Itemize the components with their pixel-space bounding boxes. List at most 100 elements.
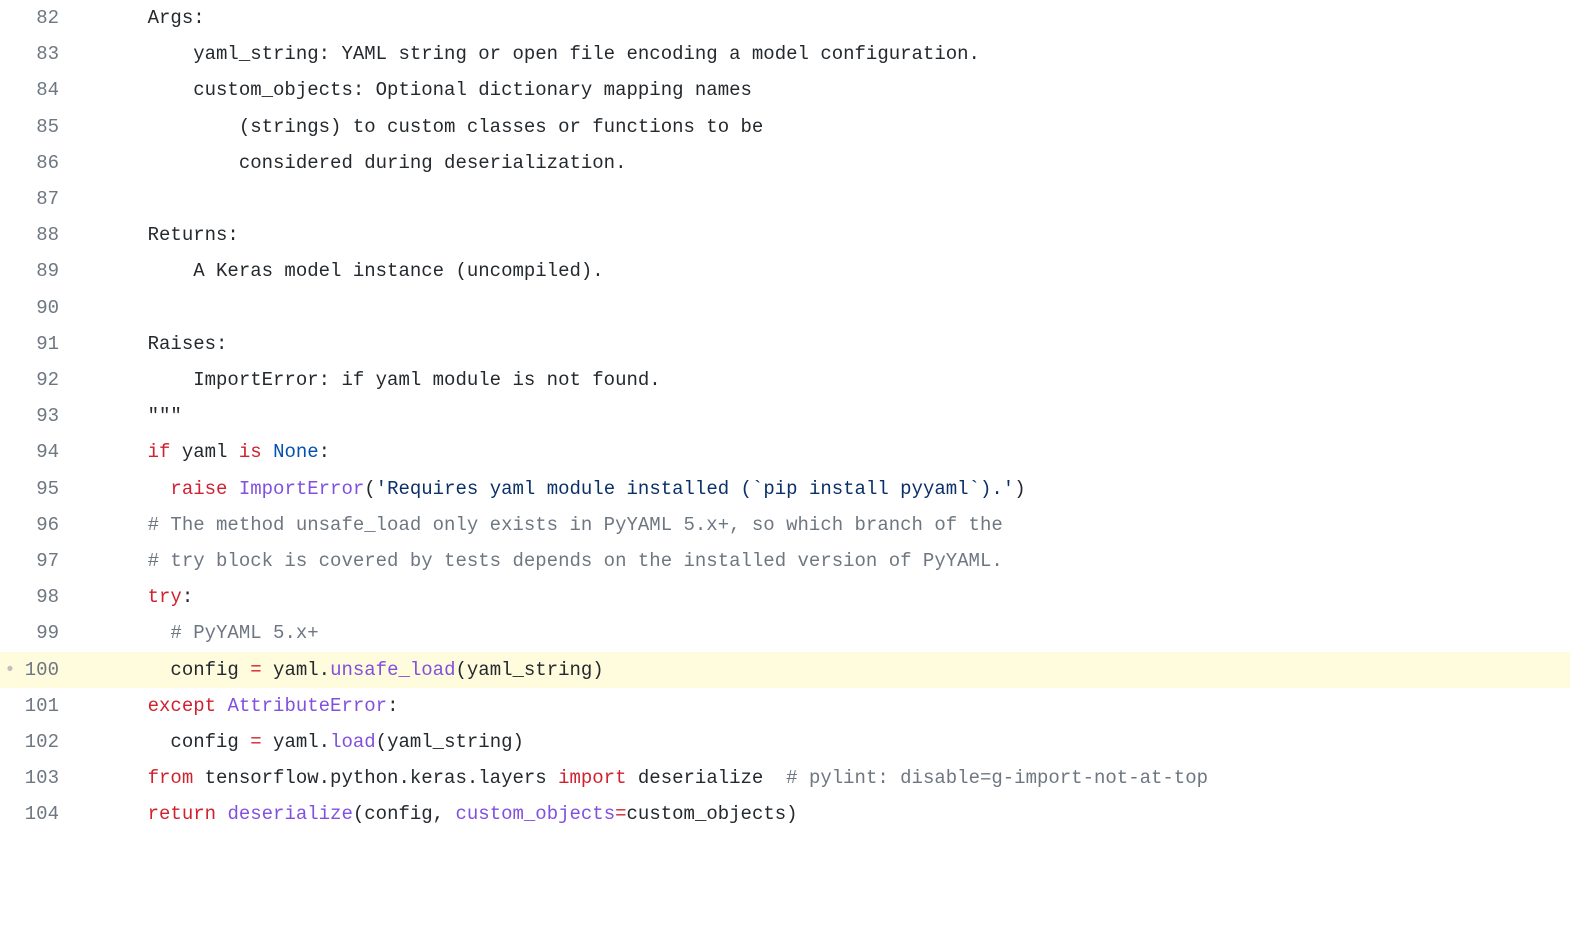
line-number[interactable]: 87 [20, 181, 78, 217]
code-content[interactable]: config = yaml.unsafe_load(yaml_string) [78, 652, 1570, 688]
token-text: ) [1014, 478, 1025, 500]
code-content[interactable]: Returns: [78, 217, 1570, 253]
code-line[interactable]: 96 # The method unsafe_load only exists … [0, 507, 1570, 543]
line-number[interactable]: 92 [20, 362, 78, 398]
gutter-marker [0, 109, 20, 145]
token-text: Returns: [102, 224, 239, 246]
code-content[interactable]: custom_objects: Optional dictionary mapp… [78, 72, 1570, 108]
token-text [216, 695, 227, 717]
token-text: yaml. [262, 659, 330, 681]
code-content[interactable]: try: [78, 579, 1570, 615]
line-number[interactable]: 82 [20, 0, 78, 36]
code-content[interactable]: except AttributeError: [78, 688, 1570, 724]
code-line[interactable]: 93 """ [0, 398, 1570, 434]
gutter-marker [0, 615, 20, 651]
line-number[interactable]: 100 [20, 652, 78, 688]
line-number[interactable]: 93 [20, 398, 78, 434]
code-content[interactable]: A Keras model instance (uncompiled). [78, 253, 1570, 289]
token-func: AttributeError [227, 695, 387, 717]
line-number[interactable]: 97 [20, 543, 78, 579]
code-content[interactable]: raise ImportError('Requires yaml module … [78, 471, 1570, 507]
line-number[interactable]: 88 [20, 217, 78, 253]
token-func: deserialize [227, 803, 352, 825]
code-line[interactable]: 88 Returns: [0, 217, 1570, 253]
code-line[interactable]: 89 A Keras model instance (uncompiled). [0, 253, 1570, 289]
code-content[interactable]: Args: [78, 0, 1570, 36]
code-line[interactable]: 99 # PyYAML 5.x+ [0, 615, 1570, 651]
line-number[interactable]: 85 [20, 109, 78, 145]
gutter-marker [0, 36, 20, 72]
code-content[interactable]: considered during deserialization. [78, 145, 1570, 181]
code-line[interactable]: 104 return deserialize(config, custom_ob… [0, 796, 1570, 832]
code-line[interactable]: 91 Raises: [0, 326, 1570, 362]
token-text: (yaml_string) [376, 731, 524, 753]
token-str: 'Requires yaml module installed (`pip in… [376, 478, 1015, 500]
line-number[interactable]: 103 [20, 760, 78, 796]
code-content[interactable]: ImportError: if yaml module is not found… [78, 362, 1570, 398]
gutter-marker [0, 507, 20, 543]
code-content[interactable]: (strings) to custom classes or functions… [78, 109, 1570, 145]
code-content[interactable]: yaml_string: YAML string or open file en… [78, 36, 1570, 72]
line-number[interactable]: 89 [20, 253, 78, 289]
code-content[interactable] [78, 290, 1570, 326]
code-line[interactable]: 103 from tensorflow.python.keras.layers … [0, 760, 1570, 796]
code-line[interactable]: 92 ImportError: if yaml module is not fo… [0, 362, 1570, 398]
gutter-marker [0, 724, 20, 760]
token-text: ( [364, 478, 375, 500]
token-kw: if [148, 441, 171, 463]
line-number[interactable]: 84 [20, 72, 78, 108]
code-line[interactable]: 102 config = yaml.load(yaml_string) [0, 724, 1570, 760]
code-line[interactable]: 86 considered during deserialization. [0, 145, 1570, 181]
token-text: (config, [353, 803, 456, 825]
token-text: yaml. [262, 731, 330, 753]
code-content[interactable]: """ [78, 398, 1570, 434]
code-line[interactable]: 90 [0, 290, 1570, 326]
line-number[interactable]: 101 [20, 688, 78, 724]
code-line[interactable]: 97 # try block is covered by tests depen… [0, 543, 1570, 579]
code-content[interactable]: Raises: [78, 326, 1570, 362]
token-kw: return [148, 803, 216, 825]
line-number[interactable]: 90 [20, 290, 78, 326]
line-number[interactable]: 102 [20, 724, 78, 760]
line-number[interactable]: 91 [20, 326, 78, 362]
code-line[interactable]: 85 (strings) to custom classes or functi… [0, 109, 1570, 145]
code-content[interactable]: return deserialize(config, custom_object… [78, 796, 1570, 832]
code-editor[interactable]: 82 Args:83 yaml_string: YAML string or o… [0, 0, 1570, 833]
line-number[interactable]: 96 [20, 507, 78, 543]
token-text: yaml [170, 441, 238, 463]
line-number[interactable]: 99 [20, 615, 78, 651]
line-number[interactable]: 98 [20, 579, 78, 615]
token-func: ImportError [239, 478, 364, 500]
line-number[interactable]: 83 [20, 36, 78, 72]
gutter-marker [0, 145, 20, 181]
code-content[interactable]: from tensorflow.python.keras.layers impo… [78, 760, 1570, 796]
line-number[interactable]: 104 [20, 796, 78, 832]
code-content[interactable]: config = yaml.load(yaml_string) [78, 724, 1570, 760]
gutter-marker [0, 688, 20, 724]
code-line[interactable]: •100 config = yaml.unsafe_load(yaml_stri… [0, 652, 1570, 688]
gutter-marker [0, 290, 20, 326]
token-text: deserialize [627, 767, 787, 789]
code-line[interactable]: 82 Args: [0, 0, 1570, 36]
code-line[interactable]: 83 yaml_string: YAML string or open file… [0, 36, 1570, 72]
code-line[interactable]: 87 [0, 181, 1570, 217]
code-line[interactable]: 95 raise ImportError('Requires yaml modu… [0, 471, 1570, 507]
code-content[interactable]: # PyYAML 5.x+ [78, 615, 1570, 651]
code-line[interactable]: 94 if yaml is None: [0, 434, 1570, 470]
gutter-marker [0, 253, 20, 289]
line-number[interactable]: 95 [20, 471, 78, 507]
line-number[interactable]: 86 [20, 145, 78, 181]
token-text: tensorflow.python.keras.layers [193, 767, 558, 789]
gutter-marker [0, 471, 20, 507]
code-content[interactable]: if yaml is None: [78, 434, 1570, 470]
code-line[interactable]: 98 try: [0, 579, 1570, 615]
line-number[interactable]: 94 [20, 434, 78, 470]
code-content[interactable]: # try block is covered by tests depends … [78, 543, 1570, 579]
code-line[interactable]: 84 custom_objects: Optional dictionary m… [0, 72, 1570, 108]
token-text [102, 550, 148, 572]
token-text: config [102, 659, 250, 681]
code-content[interactable] [78, 181, 1570, 217]
code-line[interactable]: 101 except AttributeError: [0, 688, 1570, 724]
code-content[interactable]: # The method unsafe_load only exists in … [78, 507, 1570, 543]
gutter-marker [0, 579, 20, 615]
